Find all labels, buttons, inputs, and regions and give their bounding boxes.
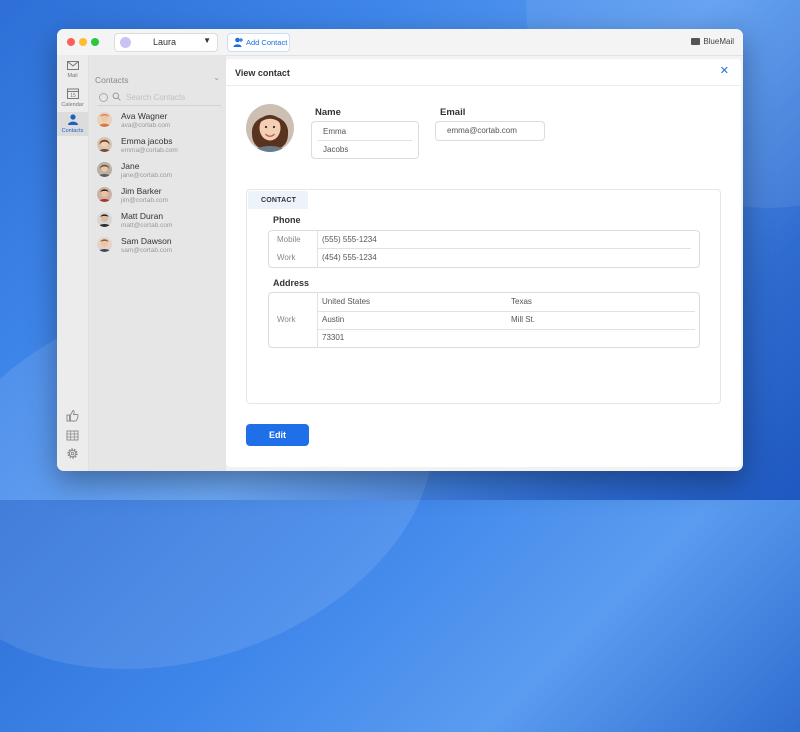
rail-label-contacts: Contacts	[61, 128, 84, 134]
contact-avatar	[97, 212, 112, 227]
address-city[interactable]: Austin	[322, 315, 344, 324]
contact-avatar	[97, 187, 112, 202]
address-label: Address	[273, 278, 310, 288]
contact-avatar	[97, 162, 112, 177]
tab-contact[interactable]: CONTACT	[248, 191, 308, 209]
chevron-down-icon: ▼	[203, 36, 211, 45]
contact-list-item[interactable]: Jane jane@cortab.com	[97, 159, 221, 183]
contacts-sidebar: Contacts ⌄ Search Contacts Ava Wagner av…	[89, 55, 226, 471]
calendar-icon-day: 15	[70, 93, 76, 99]
rail-item-mail[interactable]: Mail	[57, 58, 88, 82]
contact-photo	[246, 104, 294, 152]
contact-name: Jane	[121, 161, 140, 171]
phone-table: Mobile (555) 555-1234 Work (454) 555-123…	[268, 230, 700, 268]
brand: BlueMail	[691, 37, 734, 46]
filter-circle-icon[interactable]	[99, 93, 108, 102]
account-avatar	[120, 37, 131, 48]
sidebar-title: Contacts	[95, 75, 129, 85]
contact-list-item[interactable]: Ava Wagner ava@cortab.com	[97, 109, 221, 133]
rail-item-calendar[interactable]: 15 Calendar	[57, 86, 88, 110]
bluemail-logo-icon	[691, 38, 701, 45]
search-input[interactable]: Search Contacts	[126, 93, 185, 102]
phone-type: Work	[277, 253, 296, 262]
app-rail: Mail 15 Calendar Contacts	[57, 55, 89, 471]
contact-email: jane@cortab.com	[121, 172, 173, 179]
contacts-icon	[67, 114, 78, 125]
divider	[317, 248, 691, 249]
close-icon[interactable]: ✕	[720, 64, 729, 77]
search-icon	[112, 92, 121, 101]
grid-icon[interactable]	[66, 429, 79, 442]
phone-number[interactable]: (454) 555-1234	[322, 253, 377, 262]
divider	[317, 311, 695, 312]
divider	[317, 293, 318, 347]
email-field[interactable]: emma@cortab.com	[435, 121, 545, 141]
divider	[318, 140, 412, 141]
contact-details-card: CONTACT Phone Mobile (555) 555-1234 Work…	[246, 189, 721, 404]
minimize-window-button[interactable]	[79, 38, 87, 46]
app-window: Laura ▼ Add Contact BlueMail Mail 15 Cal…	[57, 29, 743, 471]
zoom-window-button[interactable]	[91, 38, 99, 46]
add-person-icon	[233, 37, 243, 47]
contact-search[interactable]: Search Contacts	[97, 91, 221, 106]
add-contact-button[interactable]: Add Contact	[227, 33, 290, 52]
contact-avatar	[97, 112, 112, 127]
contact-email: jim@cortab.com	[121, 197, 169, 204]
panel-title: View contact	[235, 68, 290, 78]
settings-gear-icon[interactable]	[66, 447, 79, 460]
close-window-button[interactable]	[67, 38, 75, 46]
rail-label-calendar: Calendar	[61, 102, 84, 108]
address-zip[interactable]: 73301	[322, 333, 344, 342]
rail-label-mail: Mail	[67, 73, 78, 79]
thumbs-up-icon[interactable]	[66, 409, 79, 422]
tab-contact-label: CONTACT	[261, 197, 297, 204]
contact-list-item[interactable]: Emma jacobs emma@cortab.com	[97, 134, 221, 158]
address-country[interactable]: United States	[322, 297, 370, 306]
brand-name: BlueMail	[703, 37, 734, 46]
account-selector[interactable]: Laura ▼	[114, 33, 218, 52]
email-value: emma@cortab.com	[447, 126, 517, 135]
address-type: Work	[277, 315, 296, 324]
rail-item-contacts[interactable]: Contacts	[57, 112, 88, 136]
contact-email: sam@cortab.com	[121, 247, 173, 254]
address-table: Work United States Texas Austin Mill St.…	[268, 292, 700, 348]
phone-type: Mobile	[277, 235, 301, 244]
first-name-field[interactable]: Emma	[323, 127, 346, 136]
address-state[interactable]: Texas	[511, 297, 532, 306]
contact-name: Sam Dawson	[121, 236, 172, 246]
divider	[317, 329, 695, 330]
chevron-down-icon[interactable]: ⌄	[213, 73, 220, 82]
titlebar: Laura ▼ Add Contact BlueMail	[57, 29, 743, 56]
contact-list-item[interactable]: Jim Barker jim@cortab.com	[97, 184, 221, 208]
contact-list-item[interactable]: Sam Dawson sam@cortab.com	[97, 234, 221, 258]
phone-number[interactable]: (555) 555-1234	[322, 235, 377, 244]
divider	[317, 231, 318, 267]
contact-name: Ava Wagner	[121, 111, 168, 121]
edit-button-label: Edit	[269, 430, 286, 440]
calendar-icon: 15	[66, 88, 79, 99]
name-label: Name	[315, 107, 341, 118]
contact-name: Emma jacobs	[121, 136, 173, 146]
view-contact-panel: View contact ✕ Name Emma Jacobs Email em…	[226, 59, 741, 467]
contact-email: matt@cortab.com	[121, 222, 173, 229]
contact-email: emma@cortab.com	[121, 147, 178, 154]
contact-avatar	[97, 237, 112, 252]
phone-label: Phone	[273, 215, 301, 225]
email-label: Email	[440, 107, 466, 118]
contact-list-item[interactable]: Matt Duran matt@cortab.com	[97, 209, 221, 233]
account-name: Laura	[153, 37, 177, 47]
contact-avatar	[97, 137, 112, 152]
contact-name: Matt Duran	[121, 211, 164, 221]
last-name-field[interactable]: Jacobs	[323, 145, 348, 154]
add-contact-label: Add Contact	[246, 38, 288, 47]
mail-icon	[66, 61, 79, 70]
contact-email: ava@cortab.com	[121, 122, 171, 129]
address-street[interactable]: Mill St.	[511, 315, 535, 324]
edit-button[interactable]: Edit	[246, 424, 309, 446]
panel-header: View contact ✕	[226, 59, 741, 86]
name-field-group: Emma Jacobs	[311, 121, 419, 159]
contact-name: Jim Barker	[121, 186, 162, 196]
